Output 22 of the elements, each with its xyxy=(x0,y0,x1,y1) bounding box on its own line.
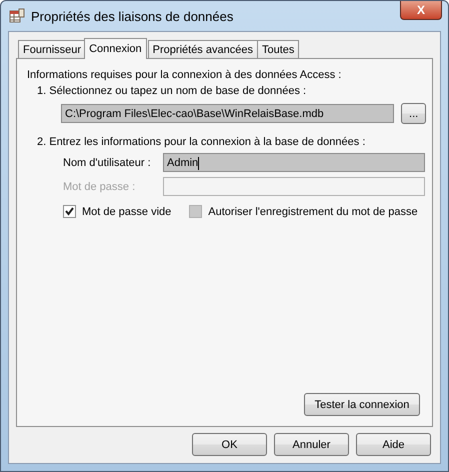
input-field[interactable]: Admin xyxy=(163,153,425,172)
step-label: 1. Sélectionnez ou tapez un nom de base de données : xyxy=(37,85,308,97)
database-field[interactable]: C:\Program Files\Elec-cao\Base\WinRelaisBase.mdb xyxy=(61,104,394,123)
checkbox[interactable] xyxy=(63,205,76,218)
tab[interactable]: Fournisseur xyxy=(18,40,86,58)
test-connection-button[interactable]: Tester la connexion xyxy=(304,393,420,416)
table-icon xyxy=(9,8,25,24)
tab[interactable]: Toutes xyxy=(256,40,300,58)
dialog-button[interactable]: Annuler xyxy=(274,433,349,456)
tab[interactable]: Propriétés avancées xyxy=(148,40,258,58)
field-label: Mot de passe : xyxy=(63,180,136,192)
window-title: Propriétés des liaisons de données xyxy=(31,8,234,24)
field-label: Nom d'utilisateur : xyxy=(63,156,152,168)
intro-text: Informations requises pour la connexion à des données Access : xyxy=(27,69,342,81)
browse-button[interactable]: ... xyxy=(401,103,426,124)
tab[interactable]: Connexion xyxy=(84,38,147,59)
dialog-button[interactable]: OK xyxy=(192,433,267,456)
checkbox-label: Autoriser l'enregistrement du mot de passe xyxy=(208,206,418,218)
step-label: 2. Entrez les informations pour la connexion à la base de données : xyxy=(37,136,366,148)
input-field[interactable] xyxy=(163,177,425,196)
dialog-button[interactable]: Aide xyxy=(356,433,431,456)
checkbox-label: Mot de passe vide xyxy=(82,206,172,218)
